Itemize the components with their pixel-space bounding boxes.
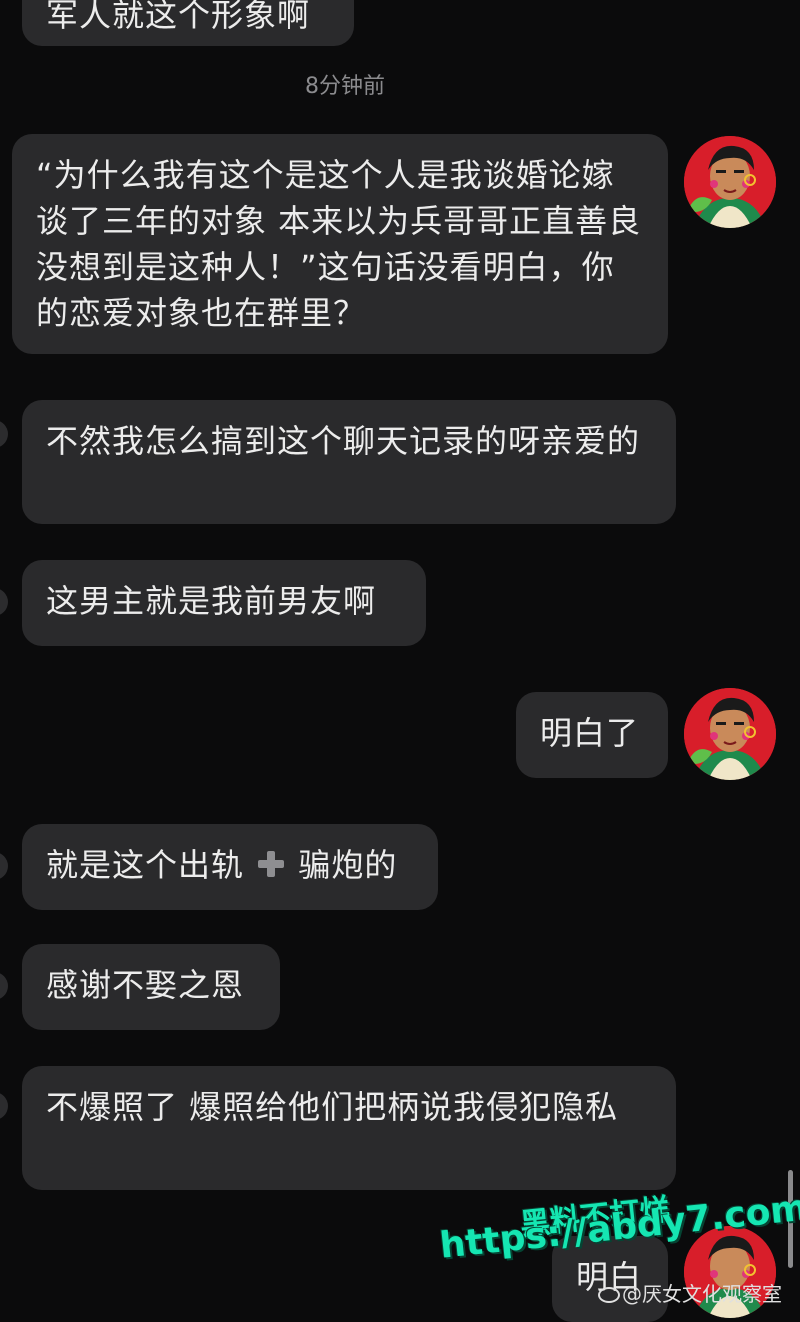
avatar-edge-icon[interactable]	[0, 1092, 8, 1120]
heavy-plus-icon	[255, 846, 287, 892]
message-text: 军人就这个形象啊	[46, 0, 311, 34]
avatar-illustration-icon	[684, 136, 776, 228]
message-bubble-left[interactable]: 就是这个出轨 骗炮的	[22, 824, 438, 910]
message-bubble-left[interactable]: 这男主就是我前男友啊	[22, 560, 426, 646]
self-avatar[interactable]	[684, 136, 776, 228]
message-text-after: 骗炮的	[298, 846, 398, 884]
avatar-edge-icon[interactable]	[0, 420, 8, 448]
message-timestamp: 8分钟前	[305, 74, 385, 99]
message-text: 这男主就是我前男友啊	[46, 582, 377, 620]
weibo-logo-icon	[598, 1287, 620, 1303]
weibo-handle: @厌女文化观察室	[622, 1282, 782, 1306]
avatar-illustration-icon	[684, 688, 776, 780]
message-bubble-left[interactable]: 感谢不娶之恩	[22, 944, 280, 1030]
message-text: “为什么我有这个是这个人是我谈婚论嫁 谈了三年的对象 本来以为兵哥哥正直善良 没…	[36, 156, 642, 332]
message-text: 不爆照了 爆照给他们把柄说我侵犯隐私	[46, 1088, 619, 1126]
weibo-watermark: @厌女文化观察室	[598, 1278, 782, 1307]
message-text-before: 就是这个出轨	[46, 846, 245, 884]
message-bubble-left[interactable]: 不然我怎么搞到这个聊天记录的呀亲爱的	[22, 400, 676, 524]
avatar-edge-icon[interactable]	[0, 588, 8, 616]
message-bubble-left[interactable]: 不爆照了 爆照给他们把柄说我侵犯隐私	[22, 1066, 676, 1190]
message-bubble-right[interactable]: 明白了	[516, 692, 668, 778]
message-bubble-right[interactable]: “为什么我有这个是这个人是我谈婚论嫁 谈了三年的对象 本来以为兵哥哥正直善良 没…	[12, 134, 668, 354]
message-bubble-left[interactable]: 军人就这个形象啊	[22, 0, 354, 46]
avatar-edge-icon[interactable]	[0, 972, 8, 1000]
message-text: 感谢不娶之恩	[46, 966, 245, 1004]
self-avatar[interactable]	[684, 688, 776, 780]
message-text: 明白了	[540, 714, 640, 752]
message-text: 不然我怎么搞到这个聊天记录的呀亲爱的	[46, 422, 641, 460]
avatar-edge-icon[interactable]	[0, 852, 8, 880]
